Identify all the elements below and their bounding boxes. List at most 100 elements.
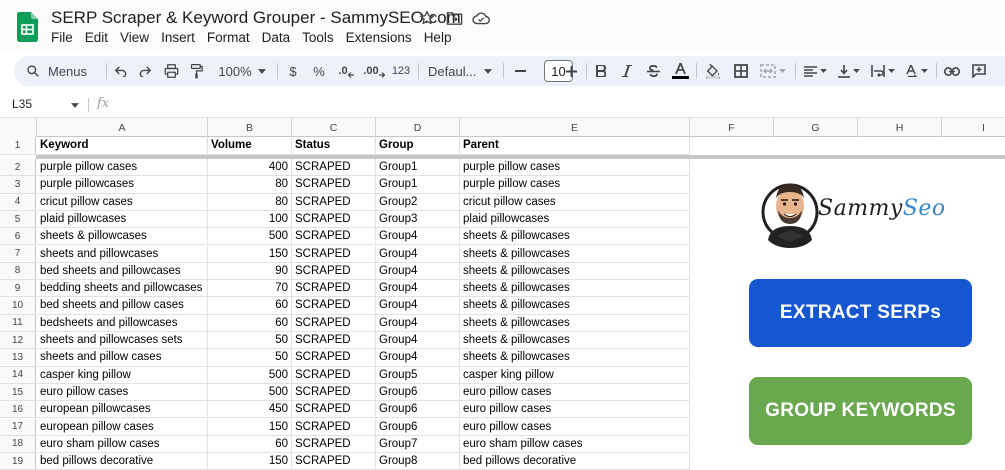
cell-volume[interactable]: 500 bbox=[208, 228, 292, 246]
cell-volume[interactable]: 50 bbox=[208, 332, 292, 350]
cloud-saved-icon[interactable] bbox=[472, 9, 490, 27]
cell-status[interactable]: SCRAPED bbox=[292, 349, 376, 367]
row-header[interactable]: 10 bbox=[0, 297, 36, 315]
cell-keyword[interactable]: purple pillowcases bbox=[37, 176, 208, 194]
row-header[interactable]: 19 bbox=[0, 453, 36, 470]
cell-parent[interactable]: purple pillow cases bbox=[460, 176, 690, 194]
row-header[interactable]: 13 bbox=[0, 349, 36, 367]
move-folder-icon[interactable] bbox=[445, 9, 463, 27]
group-keywords-button[interactable]: GROUP KEYWORDS bbox=[749, 377, 972, 445]
row-header[interactable]: 17 bbox=[0, 418, 36, 436]
cell-parent[interactable]: euro pillow cases bbox=[460, 418, 690, 436]
cell-keyword[interactable]: sheets and pillow cases bbox=[37, 349, 208, 367]
cell-keyword[interactable]: european pillow cases bbox=[37, 418, 208, 436]
row-header[interactable]: 8 bbox=[0, 262, 36, 281]
cell-group[interactable]: Group7 bbox=[376, 435, 460, 454]
row-header[interactable]: 7 bbox=[0, 245, 36, 263]
cell-status[interactable]: SCRAPED bbox=[292, 435, 376, 454]
cell-parent[interactable]: sheets & pillowcases bbox=[460, 297, 690, 315]
cell-group[interactable]: Group6 bbox=[376, 401, 460, 419]
cell-keyword[interactable]: cricut pillow cases bbox=[37, 193, 208, 211]
cell-parent[interactable]: sheets & pillowcases bbox=[460, 349, 690, 367]
menu-insert[interactable]: Insert bbox=[161, 30, 195, 45]
row-header[interactable]: 9 bbox=[0, 280, 36, 298]
column-header-h[interactable]: H bbox=[858, 118, 942, 137]
italic-icon[interactable] bbox=[616, 56, 638, 86]
cell-group[interactable]: Group5 bbox=[376, 366, 460, 384]
cell-parent[interactable]: purple pillow cases bbox=[460, 159, 690, 177]
cell-volume[interactable]: 60 bbox=[208, 435, 292, 454]
cell-keyword[interactable]: casper king pillow bbox=[37, 366, 208, 384]
cell-keyword[interactable]: sheets and pillowcases bbox=[37, 245, 208, 263]
row-header[interactable]: 6 bbox=[0, 228, 36, 246]
row-header[interactable]: 16 bbox=[0, 401, 36, 419]
column-header-c[interactable]: C bbox=[292, 118, 376, 137]
document-title[interactable]: SERP Scraper & Keyword Grouper - SammySE… bbox=[51, 8, 461, 28]
paint-format-icon[interactable] bbox=[185, 56, 207, 86]
select-all-corner[interactable] bbox=[0, 118, 37, 137]
cell-status[interactable]: SCRAPED bbox=[292, 210, 376, 229]
cell-group[interactable]: Group4 bbox=[376, 245, 460, 263]
cell-volume[interactable]: 400 bbox=[208, 159, 292, 177]
row-header[interactable]: 4 bbox=[0, 193, 36, 211]
cell-keyword[interactable]: bed sheets and pillow cases bbox=[37, 297, 208, 315]
column-header-b[interactable]: B bbox=[208, 118, 292, 137]
cell-status[interactable]: SCRAPED bbox=[292, 418, 376, 436]
increase-font-size-icon[interactable] bbox=[561, 56, 581, 86]
row-header[interactable]: 18 bbox=[0, 435, 36, 454]
print-icon[interactable] bbox=[160, 56, 182, 86]
header-group[interactable]: Group bbox=[376, 137, 460, 155]
cell-group[interactable]: Group3 bbox=[376, 210, 460, 229]
star-icon[interactable] bbox=[418, 9, 436, 27]
row-header[interactable]: 2 bbox=[0, 159, 36, 177]
merge-cells-icon[interactable] bbox=[756, 56, 790, 86]
header-status[interactable]: Status bbox=[292, 137, 376, 155]
cell-group[interactable]: Group1 bbox=[376, 159, 460, 177]
borders-icon[interactable] bbox=[730, 56, 752, 86]
menu-help[interactable]: Help bbox=[424, 30, 452, 45]
cell-status[interactable]: SCRAPED bbox=[292, 314, 376, 332]
text-rotation-icon[interactable] bbox=[902, 56, 932, 86]
cell-keyword[interactable]: bed pillows decorative bbox=[37, 453, 208, 470]
cell-parent[interactable]: cricut pillow cases bbox=[460, 193, 690, 211]
menu-format[interactable]: Format bbox=[207, 30, 250, 45]
cell-keyword[interactable]: european pillowcases bbox=[37, 401, 208, 419]
cell-keyword[interactable]: sheets & pillowcases bbox=[37, 228, 208, 246]
cell-status[interactable]: SCRAPED bbox=[292, 453, 376, 470]
cell-status[interactable]: SCRAPED bbox=[292, 245, 376, 263]
insert-comment-icon[interactable] bbox=[968, 56, 990, 86]
header-volume[interactable]: Volume bbox=[208, 137, 292, 155]
chevron-down-icon[interactable] bbox=[71, 103, 79, 108]
cell-group[interactable]: Group4 bbox=[376, 349, 460, 367]
cell-parent[interactable]: euro sham pillow cases bbox=[460, 435, 690, 454]
text-wrapping-icon[interactable] bbox=[868, 56, 898, 86]
menu-file[interactable]: File bbox=[51, 30, 73, 45]
cell-status[interactable]: SCRAPED bbox=[292, 366, 376, 384]
column-header-i[interactable]: I bbox=[942, 118, 1005, 137]
cell-volume[interactable]: 100 bbox=[208, 210, 292, 229]
strikethrough-icon[interactable] bbox=[642, 56, 664, 86]
cell-volume[interactable]: 50 bbox=[208, 349, 292, 367]
menu-tools[interactable]: Tools bbox=[302, 30, 334, 45]
horizontal-align-icon[interactable] bbox=[800, 56, 830, 86]
font-select[interactable]: Defaul... bbox=[424, 56, 496, 86]
row-header[interactable]: 14 bbox=[0, 366, 36, 384]
cell-keyword[interactable]: bed sheets and pillowcases bbox=[37, 262, 208, 281]
increase-decimal-button[interactable]: .00 bbox=[362, 56, 386, 86]
cell-parent[interactable]: sheets & pillowcases bbox=[460, 245, 690, 263]
cell-volume[interactable]: 90 bbox=[208, 262, 292, 281]
cell-status[interactable]: SCRAPED bbox=[292, 159, 376, 177]
cell-status[interactable]: SCRAPED bbox=[292, 228, 376, 246]
decrease-font-size-icon[interactable] bbox=[510, 56, 530, 86]
column-header-e[interactable]: E bbox=[460, 118, 690, 137]
currency-format-button[interactable]: $ bbox=[282, 56, 304, 86]
row-header[interactable]: 3 bbox=[0, 176, 36, 194]
row-header[interactable]: 15 bbox=[0, 383, 36, 402]
row-header[interactable]: 1 bbox=[0, 137, 36, 155]
cell-status[interactable]: SCRAPED bbox=[292, 401, 376, 419]
cell-status[interactable]: SCRAPED bbox=[292, 280, 376, 298]
decrease-decimal-button[interactable]: .0 bbox=[334, 56, 358, 86]
menu-view[interactable]: View bbox=[120, 30, 149, 45]
bold-icon[interactable] bbox=[590, 56, 612, 86]
cell-group[interactable]: Group4 bbox=[376, 262, 460, 281]
